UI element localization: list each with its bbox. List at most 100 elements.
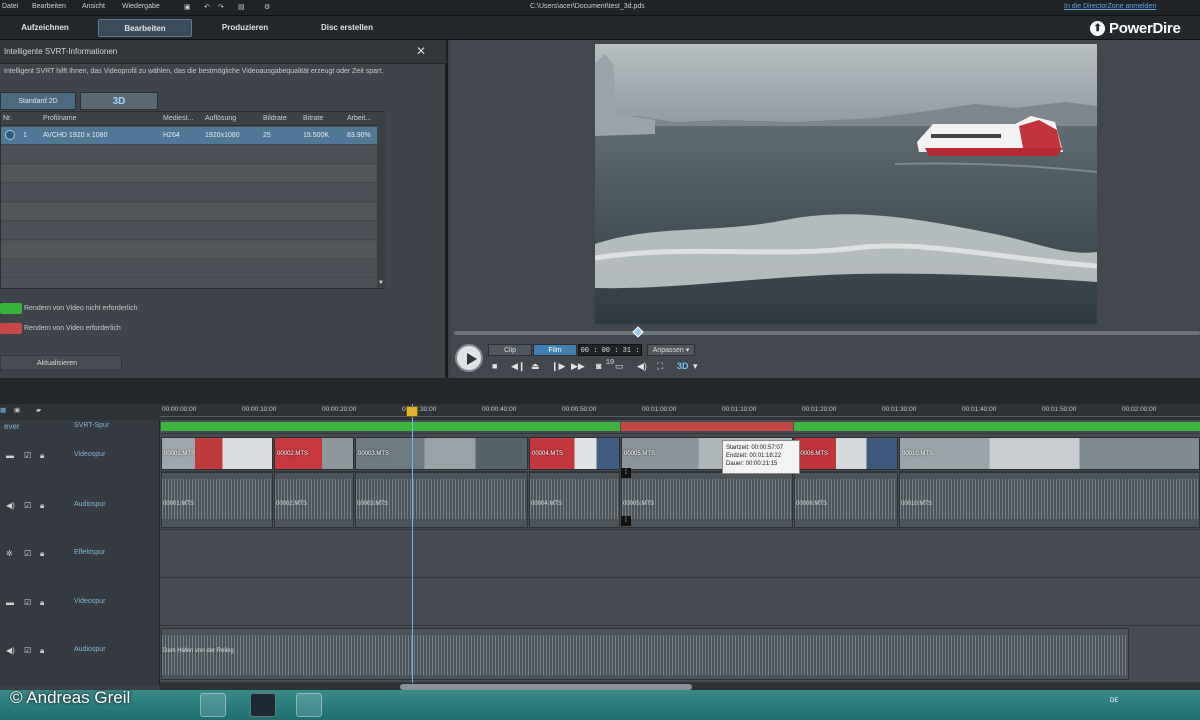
preview-scrub-bar[interactable] bbox=[454, 331, 1200, 335]
lock-icon[interactable]: 🔒︎ bbox=[40, 598, 44, 608]
tab-create-disc[interactable]: Disc erstellen bbox=[306, 19, 388, 37]
ruler-label: 00:00:10:00 bbox=[242, 406, 277, 413]
panel-divider[interactable] bbox=[0, 378, 1200, 404]
video-clip[interactable]: 00006.MTS bbox=[794, 437, 898, 470]
play-button[interactable] bbox=[455, 344, 483, 372]
directorzone-login-link[interactable]: In die DirectorZone anmelden bbox=[1064, 3, 1156, 10]
timeline-ruler[interactable]: ▦ ▣ ▰ 00:00:00:00 00:00:10:00 00:00:20:0… bbox=[0, 404, 1200, 420]
table-row[interactable]: 1 AVCHD 1920 x 1080 H264 1920x1080 25 15… bbox=[1, 127, 377, 145]
audio-clip[interactable]: 00003.MTS bbox=[355, 472, 528, 528]
col-work[interactable]: Arbeit... bbox=[347, 115, 371, 122]
audio-clip[interactable]: 00004.MTS bbox=[529, 472, 620, 528]
waveform bbox=[900, 479, 1199, 519]
redo-icon[interactable]: ↷ bbox=[218, 3, 224, 11]
video-clip[interactable]: 00003.MTS bbox=[355, 437, 528, 470]
previous-frame-icon[interactable]: ◀❙ bbox=[511, 361, 525, 372]
tab-edit[interactable]: Bearbeiten bbox=[98, 19, 192, 37]
fast-forward-icon[interactable]: ▶▶ bbox=[571, 361, 585, 372]
snapshot-camera-icon[interactable]: ◙ bbox=[596, 361, 601, 371]
menu-playback[interactable]: Wiedergabe bbox=[122, 3, 160, 10]
track-enable-checkbox[interactable]: ☑ bbox=[24, 646, 31, 655]
tab-3d[interactable]: 3D bbox=[80, 92, 158, 110]
lock-icon[interactable]: 🔒︎ bbox=[40, 646, 44, 656]
audio-clip[interactable]: 00006.MTS bbox=[794, 472, 898, 528]
logo-arrow-icon: ⬆ bbox=[1090, 21, 1105, 36]
clip-name: 00003.MTS bbox=[357, 501, 389, 507]
harbor-scene-image bbox=[595, 44, 1097, 324]
table-header: Nr. Profilname Mediest... Auflösung Bild… bbox=[1, 112, 377, 126]
audio-track-icon: ◀) bbox=[6, 501, 15, 510]
refresh-button[interactable]: Aktualisieren bbox=[0, 355, 122, 371]
col-bitrate[interactable]: Bitrate bbox=[303, 115, 323, 122]
storyboard-icon[interactable]: ▣ bbox=[14, 406, 20, 414]
split-icon[interactable]: ⏏ bbox=[531, 361, 540, 372]
menu-edit[interactable]: Bearbeiten bbox=[32, 3, 66, 10]
music-clip[interactable]: Dam Hafen von der Reling bbox=[161, 628, 1129, 680]
video-track-icon: ▬ bbox=[6, 598, 14, 607]
col-media[interactable]: Mediest... bbox=[163, 115, 193, 122]
tab-produce[interactable]: Produzieren bbox=[208, 19, 282, 37]
zoom-icon[interactable]: ▰ bbox=[36, 406, 41, 414]
track-enable-checkbox[interactable]: ☑ bbox=[24, 598, 31, 607]
lock-icon[interactable]: 🔒︎ bbox=[40, 501, 44, 511]
taskbar-app-icon[interactable] bbox=[200, 693, 226, 717]
fit-dropdown[interactable]: Anpassen ▾ bbox=[647, 344, 695, 356]
col-framerate[interactable]: Bildrate bbox=[263, 115, 287, 122]
taskbar-app-icon[interactable] bbox=[296, 693, 322, 717]
track-name-audio-2: Audiospur bbox=[74, 646, 106, 653]
audio-clip[interactable]: 00001.MTS bbox=[161, 472, 273, 528]
scroll-down-icon[interactable]: ▼ bbox=[378, 280, 384, 286]
3d-chevron-down-icon[interactable]: ▾ bbox=[693, 361, 698, 372]
mode-film-button[interactable]: Film bbox=[533, 344, 577, 356]
save-icon[interactable]: ▣ bbox=[184, 3, 191, 11]
tab-standard-2d[interactable]: Standard 2D bbox=[0, 92, 76, 110]
settings-gear-icon[interactable]: ⚙ bbox=[264, 3, 270, 11]
close-icon[interactable]: ✕ bbox=[416, 44, 426, 58]
menu-view[interactable]: Ansicht bbox=[82, 3, 105, 10]
video-clip[interactable]: 00004.MTS bbox=[529, 437, 620, 470]
waveform bbox=[795, 479, 897, 519]
menu-file[interactable]: Datei bbox=[2, 3, 18, 10]
col-resolution[interactable]: Auflösung bbox=[205, 115, 236, 122]
track-enable-checkbox[interactable]: ☑ bbox=[24, 549, 31, 558]
video-clip[interactable]: 00010.MTS bbox=[899, 437, 1200, 470]
track-enable-checkbox[interactable]: ☑ bbox=[24, 501, 31, 510]
playhead-line[interactable] bbox=[412, 404, 413, 686]
tab-capture[interactable]: Aufzeichnen bbox=[10, 19, 80, 37]
audio-clip[interactable]: 00002.MTS bbox=[274, 472, 354, 528]
timeline-view-icon[interactable]: ▦ bbox=[0, 406, 6, 414]
split-marker-icon[interactable]: ⁞ bbox=[621, 516, 631, 526]
lock-icon[interactable]: 🔒︎ bbox=[40, 451, 44, 461]
next-frame-icon[interactable]: ❙▶ bbox=[551, 361, 565, 372]
empty-row bbox=[1, 184, 377, 202]
track-enable-checkbox[interactable]: ☑ bbox=[24, 451, 31, 460]
playhead-handle[interactable] bbox=[406, 406, 418, 417]
audio-clip[interactable]: 00005.MTS bbox=[621, 472, 793, 528]
table-scrollbar[interactable]: ▼ bbox=[377, 112, 385, 288]
clip-name: 00004.MTS bbox=[532, 451, 564, 457]
undo-icon[interactable]: ↶ bbox=[204, 3, 210, 11]
language-indicator[interactable]: DE bbox=[1110, 698, 1118, 704]
col-nr[interactable]: Nr. bbox=[3, 115, 12, 122]
split-marker-icon[interactable]: ⁞ bbox=[621, 468, 631, 478]
scrub-handle[interactable] bbox=[632, 326, 644, 338]
volume-icon[interactable]: ◀) bbox=[637, 361, 647, 372]
audio-clip[interactable]: 00010.MTS bbox=[899, 472, 1200, 528]
col-profile-name[interactable]: Profilname bbox=[43, 115, 76, 122]
video-clip[interactable]: 00002.MTS bbox=[274, 437, 354, 470]
menu-bar: Datei Bearbeiten Ansicht Wiedergabe ▣ ↶ … bbox=[0, 0, 1200, 16]
track-name-video-1: Videospur bbox=[74, 451, 106, 458]
display-icon[interactable]: ▭ bbox=[615, 361, 624, 372]
powerdirector-logo: ⬆ PowerDire bbox=[1090, 20, 1181, 37]
timecode-display[interactable]: 00 : 00 : 31 : 10 bbox=[578, 344, 642, 367]
row-bitrate: 15.500K bbox=[303, 132, 330, 139]
lock-icon[interactable]: 🔒︎ bbox=[40, 549, 44, 559]
layout-icon[interactable]: ▤ bbox=[238, 3, 245, 11]
stop-icon[interactable]: ■ bbox=[492, 361, 497, 371]
3d-toggle-button[interactable]: 3D bbox=[677, 361, 689, 371]
taskbar-powerdirector-icon[interactable] bbox=[250, 693, 276, 717]
row-nr: 1 bbox=[23, 132, 27, 139]
fullscreen-icon[interactable]: ⛶ bbox=[657, 361, 663, 372]
mode-clip-button[interactable]: Clip bbox=[488, 344, 532, 356]
video-clip[interactable]: 00001.MTS bbox=[161, 437, 273, 470]
